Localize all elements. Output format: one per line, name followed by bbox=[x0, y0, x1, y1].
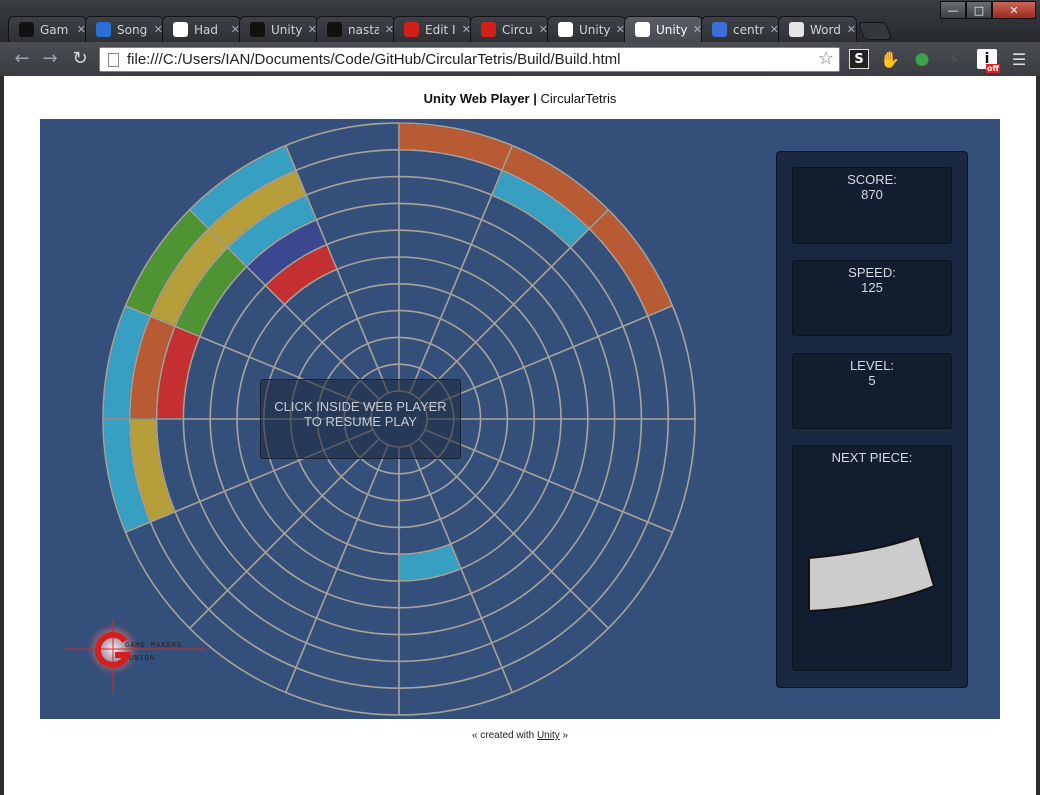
stats-panel: SCORE: 870 SPEED: 125 LEVEL: 5 NEXT PIEC… bbox=[776, 151, 968, 688]
score-value: 870 bbox=[861, 187, 883, 202]
github-icon bbox=[19, 22, 34, 37]
browser-tab[interactable]: Word ✕ bbox=[778, 16, 857, 42]
footer-prefix: « created with bbox=[471, 730, 537, 741]
level-value: 5 bbox=[868, 373, 876, 388]
board-block bbox=[398, 122, 514, 172]
overlay-line-1: CLICK INSIDE WEB PLAYER bbox=[274, 399, 447, 414]
resume-overlay[interactable]: CLICK INSIDE WEB PLAYER TO RESUME PLAY bbox=[260, 379, 461, 459]
speed-value: 125 bbox=[861, 280, 883, 295]
next-piece-box: NEXT PIECE: bbox=[792, 445, 952, 671]
score-label: SCORE: bbox=[847, 172, 897, 187]
reload-icon[interactable]: ↻ bbox=[70, 49, 90, 69]
browser-tab[interactable]: Unity ✕ bbox=[239, 16, 318, 42]
footer-suffix: » bbox=[559, 730, 569, 741]
game-makers-union-logo: GAME MAKERS UNION bbox=[65, 619, 205, 694]
wordpress-icon bbox=[789, 22, 804, 37]
page-title: Unity Web Player | CircularTetris bbox=[4, 91, 1036, 106]
s-icon bbox=[96, 22, 111, 37]
overlay-line-2: TO RESUME PLAY bbox=[304, 414, 417, 429]
address-bar[interactable]: file:///C:/Users/IAN/Documents/Code/GitH… bbox=[99, 47, 840, 72]
g-red-icon bbox=[481, 22, 496, 37]
tab-label: Circu bbox=[502, 22, 533, 37]
browser-tab[interactable]: Song ✕ bbox=[85, 16, 164, 42]
board-block bbox=[398, 542, 462, 582]
unity-icon bbox=[250, 22, 265, 37]
tab-label: Had bbox=[194, 22, 218, 37]
browser-tab[interactable]: Unity ✕ bbox=[547, 16, 626, 42]
menu-icon[interactable]: ☰ bbox=[1009, 49, 1029, 69]
tab-label: Unity bbox=[579, 22, 610, 37]
tab-label: Unity bbox=[656, 22, 687, 37]
reddit-icon bbox=[173, 22, 188, 37]
tab-label: centr bbox=[733, 22, 764, 37]
close-tab-icon[interactable]: ✕ bbox=[847, 23, 856, 36]
next-piece-shape bbox=[808, 534, 936, 613]
footer: « created with Unity » bbox=[4, 730, 1036, 741]
back-icon[interactable]: ← bbox=[12, 49, 32, 69]
page-title-name: CircularTetris bbox=[540, 91, 617, 106]
tab-strip: Gam ✕ Song ✕ Had ✕ Unity ✕ nasta ✕ Edit I ✕ Circu ✕ Un… bbox=[8, 16, 893, 42]
close-window-button[interactable]: ✕ bbox=[992, 1, 1036, 19]
google-icon bbox=[712, 22, 727, 37]
unity-icon bbox=[558, 22, 573, 37]
maximize-button[interactable]: □ bbox=[966, 1, 992, 19]
new-tab-button[interactable] bbox=[857, 22, 893, 40]
tab-label: Unity bbox=[271, 22, 302, 37]
browser-tab[interactable]: Circu ✕ bbox=[470, 16, 549, 42]
page-icon bbox=[108, 52, 119, 67]
browser-tab[interactable]: nasta ✕ bbox=[316, 16, 395, 42]
title-separator: | bbox=[529, 91, 541, 106]
logo-text-top: GAME MAKERS bbox=[125, 641, 182, 649]
next-piece-label: NEXT PIECE: bbox=[831, 450, 913, 465]
board-block bbox=[588, 208, 674, 317]
tab-label: Song bbox=[117, 22, 148, 37]
unity-link[interactable]: Unity bbox=[537, 730, 560, 741]
speed-label: SPEED: bbox=[848, 265, 896, 280]
level-box: LEVEL: 5 bbox=[792, 353, 952, 429]
browser-tab[interactable]: Edit I ✕ bbox=[393, 16, 472, 42]
tab-label: Edit I bbox=[425, 22, 456, 37]
browser-tab[interactable]: Unity ✕ bbox=[624, 16, 703, 42]
url-text: file:///C:/Users/IAN/Documents/Code/GitH… bbox=[127, 51, 621, 68]
window-controls: — □ ✕ bbox=[940, 1, 1036, 19]
info-extension-icon[interactable]: i off bbox=[977, 49, 1000, 73]
page-icon bbox=[635, 22, 650, 37]
g-red-icon bbox=[404, 22, 419, 37]
browser-toolbar: ← → ↻ file:///C:/Users/IAN/Documents/Cod… bbox=[0, 42, 1040, 76]
browser-tab[interactable]: Had ✕ bbox=[162, 16, 241, 42]
extension-s-icon[interactable]: S bbox=[849, 49, 869, 69]
next-piece-preview bbox=[808, 534, 936, 613]
hand-extension-icon[interactable]: ✋ bbox=[880, 49, 900, 69]
page-title-bold: Unity Web Player bbox=[423, 91, 530, 106]
evernote-icon[interactable]: ● bbox=[912, 49, 932, 69]
minimize-button[interactable]: — bbox=[940, 1, 966, 19]
browser-tab[interactable]: Gam ✕ bbox=[8, 16, 87, 42]
title-bar: — □ ✕ Gam ✕ Song ✕ Had ✕ Unity ✕ nasta ✕ Edit I ✕ Ci… bbox=[0, 0, 1040, 42]
browser-tab[interactable]: centr ✕ bbox=[701, 16, 780, 42]
tab-label: Word bbox=[810, 22, 841, 37]
tab-label: nasta bbox=[348, 22, 379, 37]
bookmark-star-icon[interactable]: ☆ bbox=[818, 48, 834, 69]
score-box: SCORE: 870 bbox=[792, 167, 952, 244]
browser-window: — □ ✕ Gam ✕ Song ✕ Had ✕ Unity ✕ nasta ✕ Edit I ✕ Ci… bbox=[0, 0, 1040, 795]
level-label: LEVEL: bbox=[849, 358, 895, 373]
unity-web-player[interactable]: CLICK INSIDE WEB PLAYER TO RESUME PLAY S… bbox=[40, 119, 1000, 719]
tab-label: Gam bbox=[40, 22, 69, 37]
lightning-icon[interactable]: ⚡ bbox=[944, 49, 964, 69]
logo-text-bottom: UNION bbox=[129, 654, 155, 662]
page-viewport: Unity Web Player | CircularTetris CLICK … bbox=[4, 76, 1036, 795]
extension-badge: off bbox=[986, 64, 1000, 73]
speed-box: SPEED: 125 bbox=[792, 260, 952, 336]
forward-icon[interactable]: → bbox=[40, 49, 60, 69]
github-icon bbox=[327, 22, 342, 37]
